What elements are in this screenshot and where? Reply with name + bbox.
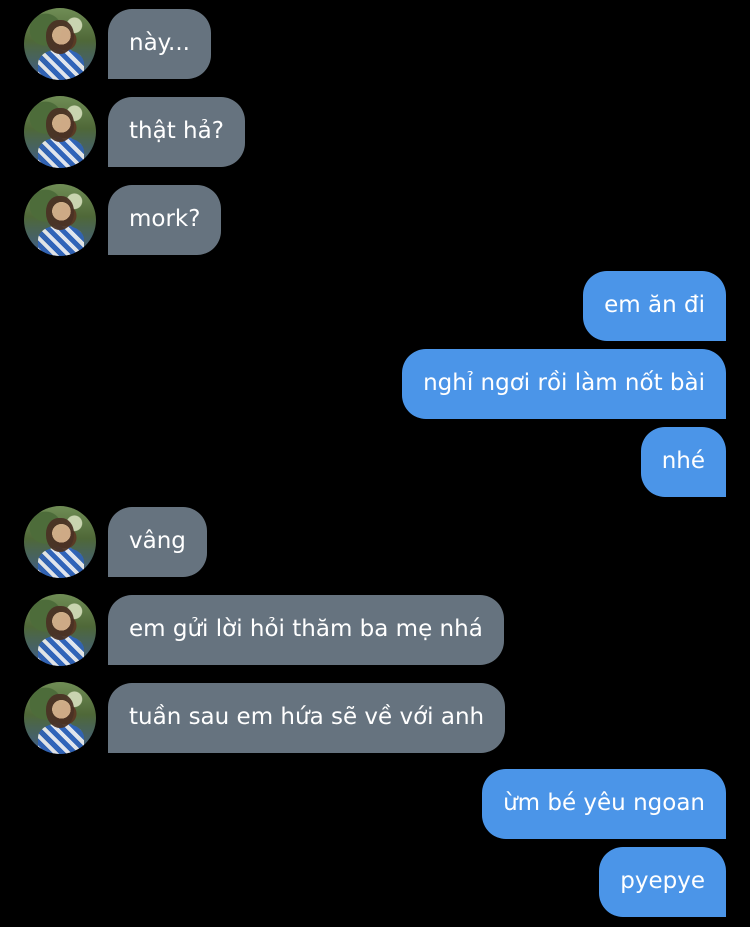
contact-avatar[interactable]: [24, 506, 96, 578]
message-bubble[interactable]: em ăn đi: [583, 271, 726, 341]
contact-avatar[interactable]: [24, 96, 96, 168]
incoming-message: này...: [24, 8, 211, 80]
contact-avatar[interactable]: [24, 594, 96, 666]
message-bubble[interactable]: nghỉ ngơi rồi làm nốt bài: [402, 349, 726, 419]
outgoing-message: em ăn đi: [583, 271, 726, 341]
outgoing-message: pyepye: [599, 847, 726, 917]
incoming-message: vâng: [24, 506, 207, 578]
message-bubble[interactable]: tuần sau em hứa sẽ về với anh: [108, 683, 506, 753]
message-bubble[interactable]: này...: [108, 9, 211, 79]
contact-avatar[interactable]: [24, 184, 96, 256]
message-bubble[interactable]: vâng: [108, 507, 207, 577]
outgoing-message: nghỉ ngơi rồi làm nốt bài: [402, 349, 726, 419]
incoming-message: tuần sau em hứa sẽ về với anh: [24, 682, 506, 754]
message-bubble[interactable]: nhé: [640, 427, 726, 497]
outgoing-message: nhé: [640, 427, 726, 497]
incoming-message: thật hả?: [24, 96, 245, 168]
incoming-message: mork?: [24, 184, 222, 256]
outgoing-message: ừm bé yêu ngoan: [482, 769, 726, 839]
message-bubble[interactable]: em gửi lời hỏi thăm ba mẹ nhá: [108, 595, 504, 665]
message-bubble[interactable]: mork?: [108, 185, 222, 255]
message-bubble[interactable]: pyepye: [599, 847, 726, 917]
message-bubble[interactable]: thật hả?: [108, 97, 245, 167]
contact-avatar[interactable]: [24, 8, 96, 80]
incoming-message: em gửi lời hỏi thăm ba mẹ nhá: [24, 594, 504, 666]
message-bubble[interactable]: ừm bé yêu ngoan: [482, 769, 726, 839]
contact-avatar[interactable]: [24, 682, 96, 754]
chat-thread: này... thật hả? mork? em ăn đi nghỉ ngơi…: [0, 0, 750, 927]
